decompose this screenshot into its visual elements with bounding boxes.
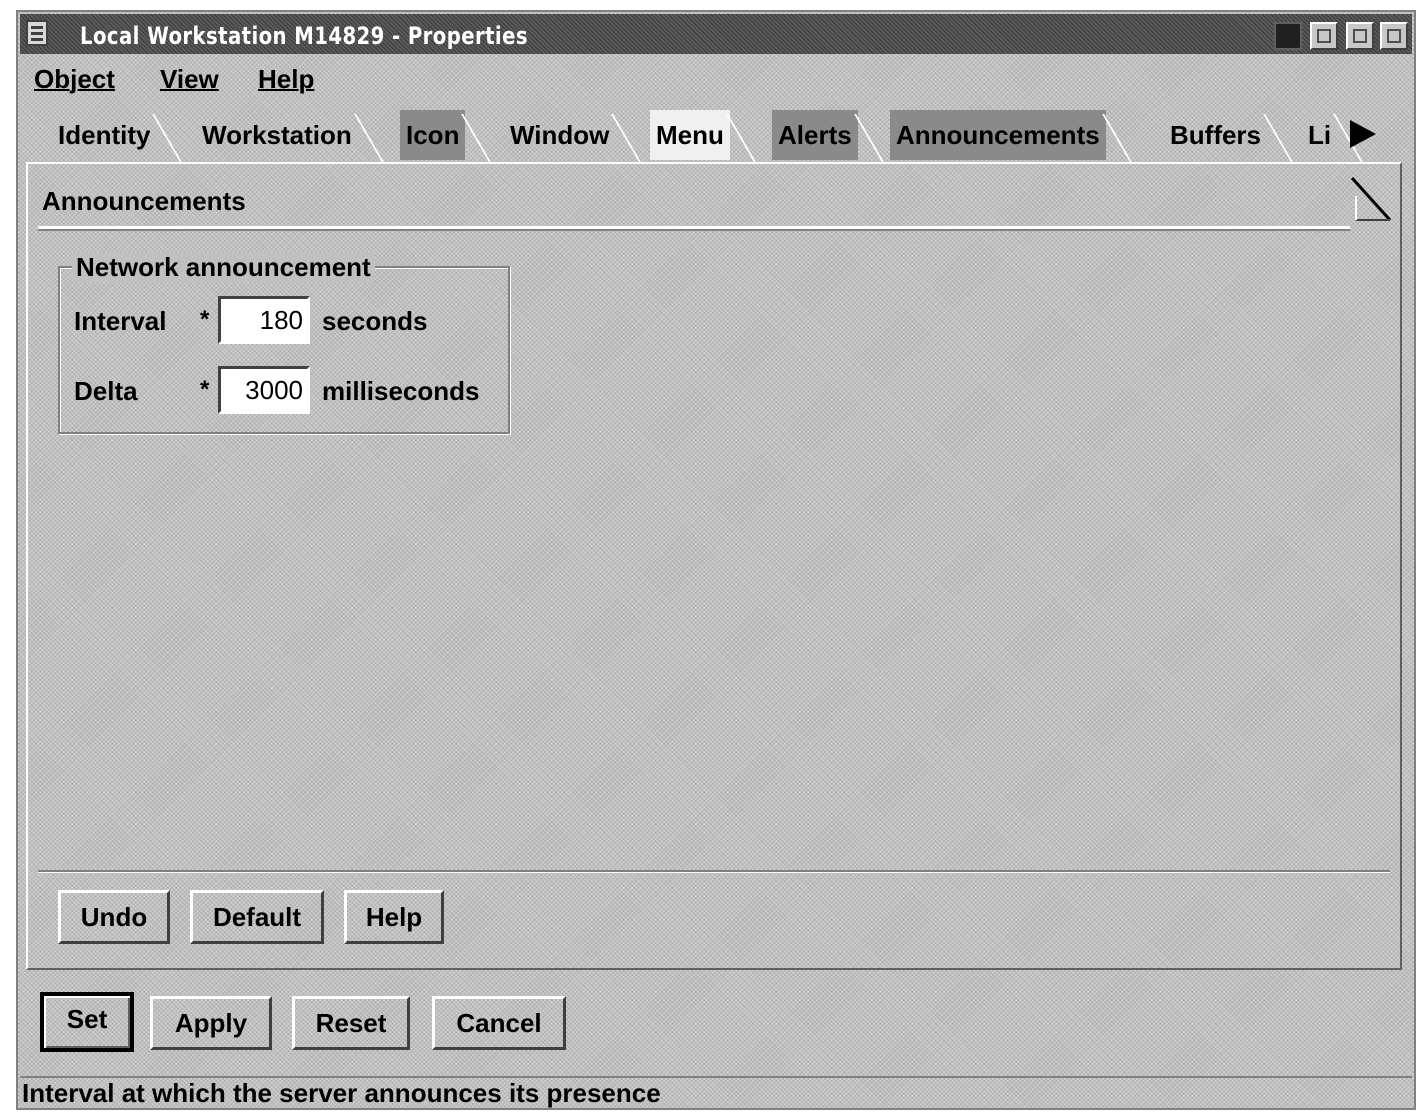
interval-label: Interval xyxy=(74,306,167,336)
restore-button[interactable] xyxy=(1346,22,1374,50)
reset-button[interactable]: Reset xyxy=(292,996,410,1050)
menu-help[interactable]: Help xyxy=(258,64,314,95)
menu-object[interactable]: Object xyxy=(34,64,115,95)
status-bar-text: Interval at which the server announces i… xyxy=(22,1078,661,1108)
title-bar[interactable]: Local Workstation M14829 - Properties xyxy=(20,14,1412,54)
hide-button[interactable] xyxy=(1274,22,1302,50)
default-button[interactable]: Default xyxy=(190,890,324,944)
interval-input[interactable]: 180 xyxy=(218,296,310,344)
tab-announcements[interactable]: Announcements xyxy=(890,110,1106,160)
tab-li[interactable]: Li xyxy=(1302,110,1337,160)
tab-buffers[interactable]: Buffers xyxy=(1164,110,1267,160)
minimize-button[interactable] xyxy=(1310,22,1338,50)
delta-label: Delta xyxy=(74,376,138,406)
tab-icon[interactable]: Icon xyxy=(400,110,466,160)
delta-required-mark: * xyxy=(200,376,210,403)
page-turn-icon[interactable] xyxy=(1350,176,1392,230)
maximize-icon xyxy=(1387,29,1401,43)
delta-input[interactable]: 3000 xyxy=(218,366,310,414)
tab-window[interactable]: Window xyxy=(504,110,615,160)
page-button-divider xyxy=(38,870,1390,873)
minimize-icon xyxy=(1317,29,1331,43)
properties-window: Local Workstation M14829 - Properties Ob… xyxy=(16,10,1416,1110)
menu-bar: Object View Help xyxy=(20,58,1412,100)
interval-unit: seconds xyxy=(322,306,428,336)
tab-workstation[interactable]: Workstation xyxy=(196,110,358,160)
title-divider xyxy=(38,226,1350,231)
window-title: Local Workstation M14829 - Properties xyxy=(80,22,528,50)
page-title: Announcements xyxy=(42,186,246,216)
help-button[interactable]: Help xyxy=(344,890,444,944)
tab-alerts[interactable]: Alerts xyxy=(772,110,858,160)
interval-required-mark: * xyxy=(200,306,210,333)
notebook-page: Announcements Network announcement Inter… xyxy=(26,162,1402,970)
tab-scroll-right-icon[interactable] xyxy=(1350,120,1376,148)
undo-button[interactable]: Undo xyxy=(58,890,170,944)
cancel-button[interactable]: Cancel xyxy=(432,996,566,1050)
group-legend: Network announcement xyxy=(72,252,375,283)
menu-view[interactable]: View xyxy=(160,64,219,95)
restore-icon xyxy=(1353,29,1367,43)
maximize-button[interactable] xyxy=(1380,22,1408,50)
set-button[interactable]: Set xyxy=(40,992,134,1052)
tab-identity[interactable]: Identity xyxy=(52,110,156,160)
delta-unit: milliseconds xyxy=(322,376,480,406)
tab-menu[interactable]: Menu xyxy=(650,110,730,160)
notebook-tabs: Identity Workstation Icon Window Menu Al… xyxy=(20,108,1412,164)
apply-button[interactable]: Apply xyxy=(150,996,272,1050)
network-announcement-group: Network announcement Interval * 180 seco… xyxy=(58,252,510,434)
system-menu-icon[interactable] xyxy=(26,20,48,46)
